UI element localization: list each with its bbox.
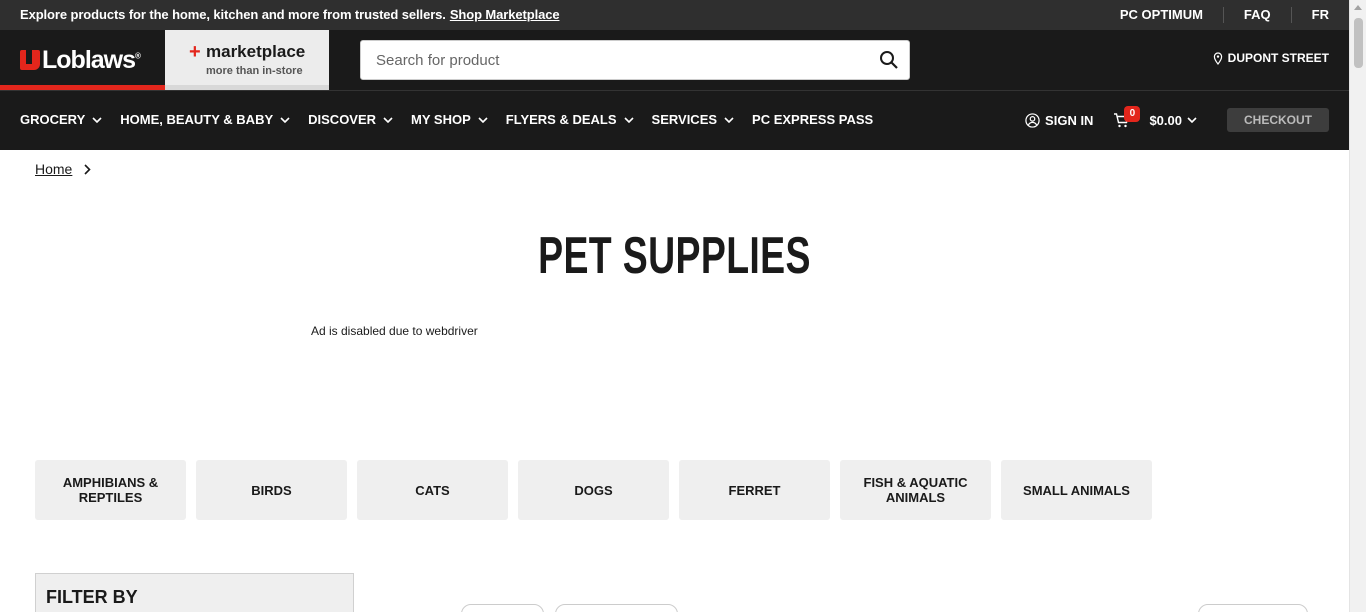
location-pin-icon — [1213, 51, 1222, 65]
page-scrollbar[interactable] — [1349, 0, 1366, 612]
cart-count-badge: 0 — [1124, 105, 1141, 122]
category-tile-cats[interactable]: CATS — [357, 460, 508, 520]
search-box — [360, 40, 910, 80]
chevron-down-icon — [478, 116, 488, 123]
chevron-down-icon — [383, 116, 393, 123]
chevron-right-icon — [84, 163, 91, 175]
filter-chip[interactable] — [555, 604, 678, 612]
category-tile-birds[interactable]: BIRDS — [196, 460, 347, 520]
nav-item-discover[interactable]: DISCOVER — [308, 112, 393, 127]
search-input[interactable] — [376, 41, 856, 79]
scroll-up-arrow-icon[interactable] — [1354, 5, 1362, 10]
nav-item-grocery[interactable]: GROCERY — [20, 112, 102, 127]
breadcrumb-home-link[interactable]: Home — [35, 161, 72, 177]
cart-total: $0.00 — [1149, 112, 1182, 128]
sort-chip[interactable] — [461, 604, 544, 612]
user-icon — [1025, 112, 1040, 128]
chevron-down-icon — [280, 116, 290, 123]
filter-heading: FILTER BY — [46, 587, 138, 607]
sign-in-button[interactable]: SIGN IN — [1025, 113, 1093, 128]
ad-notice: Ad is disabled due to webdriver — [311, 324, 478, 338]
store-selector[interactable]: DUPONT STREET — [1213, 51, 1329, 65]
search-icon[interactable] — [879, 50, 899, 70]
loblaws-logo[interactable]: Loblaws® — [0, 30, 165, 90]
nav-item-services[interactable]: SERVICES — [652, 112, 735, 127]
top-banner: Explore products for the home, kitchen a… — [0, 0, 1349, 30]
checkout-button[interactable]: CHECKOUT — [1227, 108, 1329, 132]
category-tiles: AMPHIBIANS & REPTILES BIRDS CATS DOGS FE… — [35, 460, 1152, 520]
breadcrumb: Home — [35, 161, 91, 177]
promo-text: Explore products for the home, kitchen a… — [20, 7, 560, 22]
page-title: PET SUPPLIES — [538, 227, 811, 285]
nav-item-flyers-deals[interactable]: FLYERS & DEALS — [506, 112, 634, 127]
filter-panel: FILTER BY — [35, 573, 354, 612]
cart-button[interactable]: 0 $0.00 — [1113, 105, 1197, 128]
nav-item-home-beauty-baby[interactable]: HOME, BEAUTY & BABY — [120, 112, 290, 127]
utility-links: PC OPTIMUM FAQ FR — [1100, 7, 1329, 23]
faq-link[interactable]: FAQ — [1222, 7, 1291, 23]
marketplace-tab[interactable]: + marketplace more than in-store — [165, 30, 329, 90]
main-header: Loblaws® + marketplace more than in-stor… — [0, 30, 1349, 90]
chevron-down-icon — [92, 116, 102, 123]
plus-icon: + — [189, 41, 201, 63]
scrollbar-thumb[interactable] — [1354, 18, 1363, 68]
category-tile-dogs[interactable]: DOGS — [518, 460, 669, 520]
pc-optimum-link[interactable]: PC OPTIMUM — [1100, 7, 1223, 23]
language-link[interactable]: FR — [1290, 7, 1329, 23]
chevron-down-icon — [724, 116, 734, 123]
shop-marketplace-link[interactable]: Shop Marketplace — [450, 7, 560, 22]
loblaws-logo-icon — [20, 50, 40, 70]
category-tile-fish-aquatic[interactable]: FISH & AQUATIC ANIMALS — [840, 460, 991, 520]
chevron-down-icon — [1187, 117, 1197, 123]
nav-item-pc-express-pass[interactable]: PC EXPRESS PASS — [752, 112, 873, 127]
primary-nav: GROCERY HOME, BEAUTY & BABY DISCOVER MY … — [0, 90, 1349, 150]
sort-dropdown[interactable] — [1198, 604, 1308, 612]
category-tile-small-animals[interactable]: SMALL ANIMALS — [1001, 460, 1152, 520]
chevron-down-icon — [623, 116, 634, 123]
nav-item-my-shop[interactable]: MY SHOP — [411, 112, 488, 127]
category-tile-ferret[interactable]: FERRET — [679, 460, 830, 520]
category-tile-amphibians-reptiles[interactable]: AMPHIBIANS & REPTILES — [35, 460, 186, 520]
